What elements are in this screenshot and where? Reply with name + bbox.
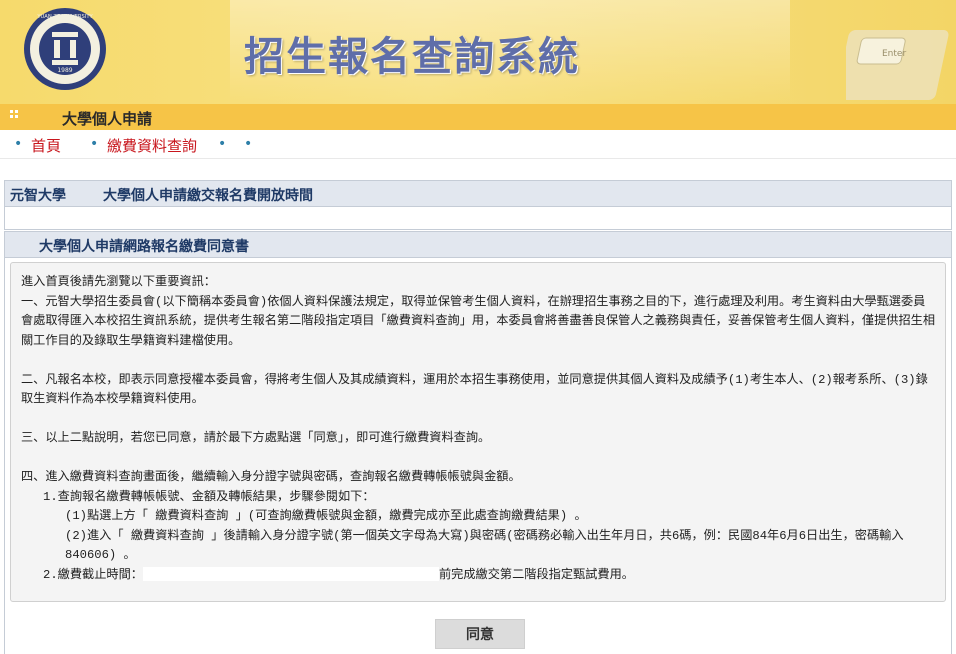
consent-panel: 大學個人申請網路報名繳費同意書 進入首頁後請先瀏覽以下重要資訊： 一、元智大學招… (4, 231, 952, 654)
logo-year: 1989 (57, 67, 72, 74)
site-title: 招生報名查詢系統 (244, 34, 580, 80)
redacted-deadline (142, 567, 439, 582)
consent-item-4-1b: (2)進入「 繳費資料查詢 」後請輸入身分證字號(第一個英文字母為大寫)與密碼(… (65, 528, 904, 563)
bullet-icon: • (218, 136, 227, 152)
consent-item-1: 一、元智大學招生委員會(以下簡稱本委員會)依個人資料保護法規定，取得並保管考生個… (21, 294, 936, 348)
deadline-suffix: 前完成繳交第二階段指定甄試費用。 (438, 567, 634, 582)
consent-item-4: 四、進入繳費資料查詢畫面後，繼續輸入身分證字號與密碼，查詢報名繳費轉帳帳號與金額… (21, 470, 521, 484)
consent-item-3: 三、以上二點說明，若您已同意，請於最下方處點選「同意」，即可進行繳費資料查詢。 (21, 431, 491, 445)
consent-item-4-2: 2.繳費截止時間： 前完成繳交第二階段指定甄試費用。 (21, 566, 937, 586)
nav-home-link[interactable]: 首頁 (31, 135, 61, 156)
keyboard-decoration: Enter (846, 30, 949, 100)
enter-key-label: Enter (882, 49, 906, 59)
open-time-panel: 元智大學 大學個人申請繳交報名費開放時間 (4, 180, 952, 230)
agree-button[interactable]: 同意 (435, 619, 525, 649)
consent-item-2: 二、凡報名本校，即表示同意授權本委員會，得將考生個人及其成績資料，運用於本招生事… (21, 372, 928, 407)
bullet-icon: • (90, 136, 99, 152)
grid-icon (10, 110, 18, 118)
deadline-prefix: 2.繳費截止時間： (43, 567, 143, 582)
logo-text: YUAN ZE UNIVERSITY (36, 14, 93, 20)
nav-payment-query-link[interactable]: 繳費資料查詢 (107, 135, 197, 156)
section-title: 大學個人申請 (62, 110, 153, 128)
top-nav: • 首頁 • 繳費資料查詢 • • (0, 130, 956, 159)
consent-intro: 進入首頁後請先瀏覽以下重要資訊： (21, 275, 216, 289)
consent-item-4-1a: (1)點選上方「 繳費資料查詢 」(可查詢繳費帳號與金額，繳費完成亦至此處查詢繳… (65, 509, 587, 523)
bullet-icon: • (14, 136, 23, 152)
open-time-panel-header: 元智大學 大學個人申請繳交報名費開放時間 (5, 181, 951, 207)
consent-heading: 大學個人申請網路報名繳費同意書 (39, 239, 249, 255)
bullet-icon: • (244, 136, 253, 152)
school-name: 元智大學 (10, 188, 66, 204)
section-bar: 大學個人申請 (0, 104, 956, 130)
university-logo: 1989 YUAN ZE UNIVERSITY (24, 8, 106, 90)
consent-panel-header: 大學個人申請網路報名繳費同意書 (5, 232, 951, 258)
consent-item-4-1: 1.查詢報名繳費轉帳帳號、金額及轉帳結果，步驟參閱如下： (43, 489, 375, 504)
consent-text-box: 進入首頁後請先瀏覽以下重要資訊： 一、元智大學招生委員會(以下簡稱本委員會)依個… (10, 262, 946, 602)
header-banner: 1989 YUAN ZE UNIVERSITY 招生報名查詢系統 Enter (0, 0, 956, 104)
open-time-heading: 大學個人申請繳交報名費開放時間 (103, 188, 313, 204)
